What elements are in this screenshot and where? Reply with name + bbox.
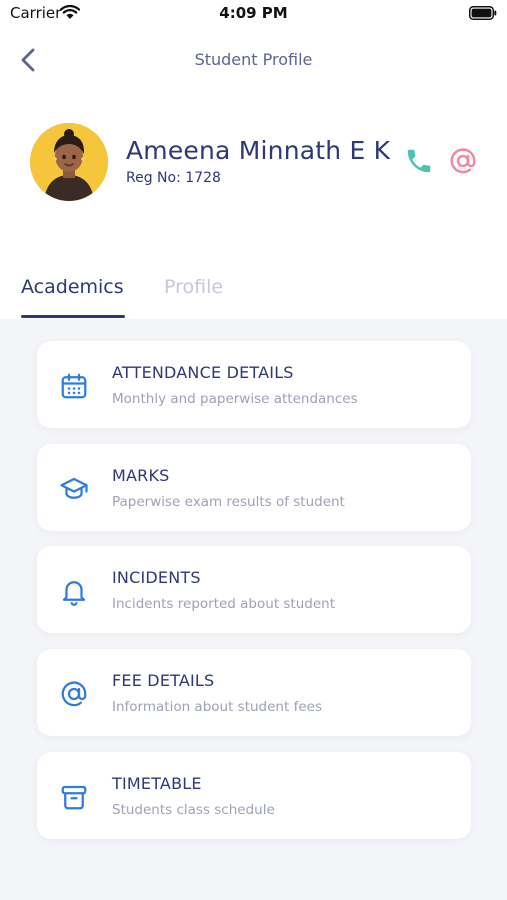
marks-card[interactable]: MARKS Paperwise exam results of student: [37, 444, 471, 531]
card-subtitle: Information about student fees: [112, 699, 322, 715]
calendar-icon: [61, 373, 87, 399]
nav-bar: Student Profile: [0, 40, 507, 80]
card-title: TIMETABLE: [112, 774, 202, 793]
tab-bar: Academics Profile: [0, 270, 507, 320]
status-bar: Carrier 4:09 PM: [0, 0, 507, 28]
avatar-illustration: [30, 123, 108, 201]
academics-content: ATTENDANCE DETAILS Monthly and paperwise…: [0, 319, 507, 900]
card-title: ATTENDANCE DETAILS: [112, 363, 294, 382]
avatar: [30, 123, 108, 201]
status-time: 4:09 PM: [219, 4, 288, 22]
card-title: MARKS: [112, 466, 170, 485]
card-subtitle: Monthly and paperwise attendances: [112, 391, 358, 407]
registration-number: Reg No: 1728: [126, 170, 221, 186]
tab-academics[interactable]: Academics: [21, 276, 124, 298]
profile-header: Ameena Minnath E K Reg No: 1728: [0, 118, 507, 208]
student-name: Ameena Minnath E K: [126, 136, 391, 165]
battery-icon: [469, 6, 497, 20]
archive-box-icon: [61, 785, 87, 810]
fee-details-card[interactable]: FEE DETAILS Information about student fe…: [37, 649, 471, 736]
timetable-card[interactable]: TIMETABLE Students class schedule: [37, 752, 471, 839]
card-title: INCIDENTS: [112, 568, 201, 587]
email-icon[interactable]: [448, 146, 478, 176]
at-sign-icon: [61, 681, 87, 707]
page-title: Student Profile: [194, 50, 313, 69]
card-subtitle: Incidents reported about student: [112, 596, 336, 612]
incidents-card[interactable]: INCIDENTS Incidents reported about stude…: [37, 546, 471, 633]
card-subtitle: Paperwise exam results of student: [112, 494, 345, 510]
tab-profile[interactable]: Profile: [164, 276, 223, 298]
bell-icon: [62, 581, 86, 606]
card-title: FEE DETAILS: [112, 671, 215, 690]
attendance-details-card[interactable]: ATTENDANCE DETAILS Monthly and paperwise…: [37, 341, 471, 428]
active-tab-indicator: [21, 315, 125, 318]
phone-icon[interactable]: [404, 146, 434, 176]
card-subtitle: Students class schedule: [112, 802, 275, 818]
graduation-cap-icon: [60, 477, 88, 499]
